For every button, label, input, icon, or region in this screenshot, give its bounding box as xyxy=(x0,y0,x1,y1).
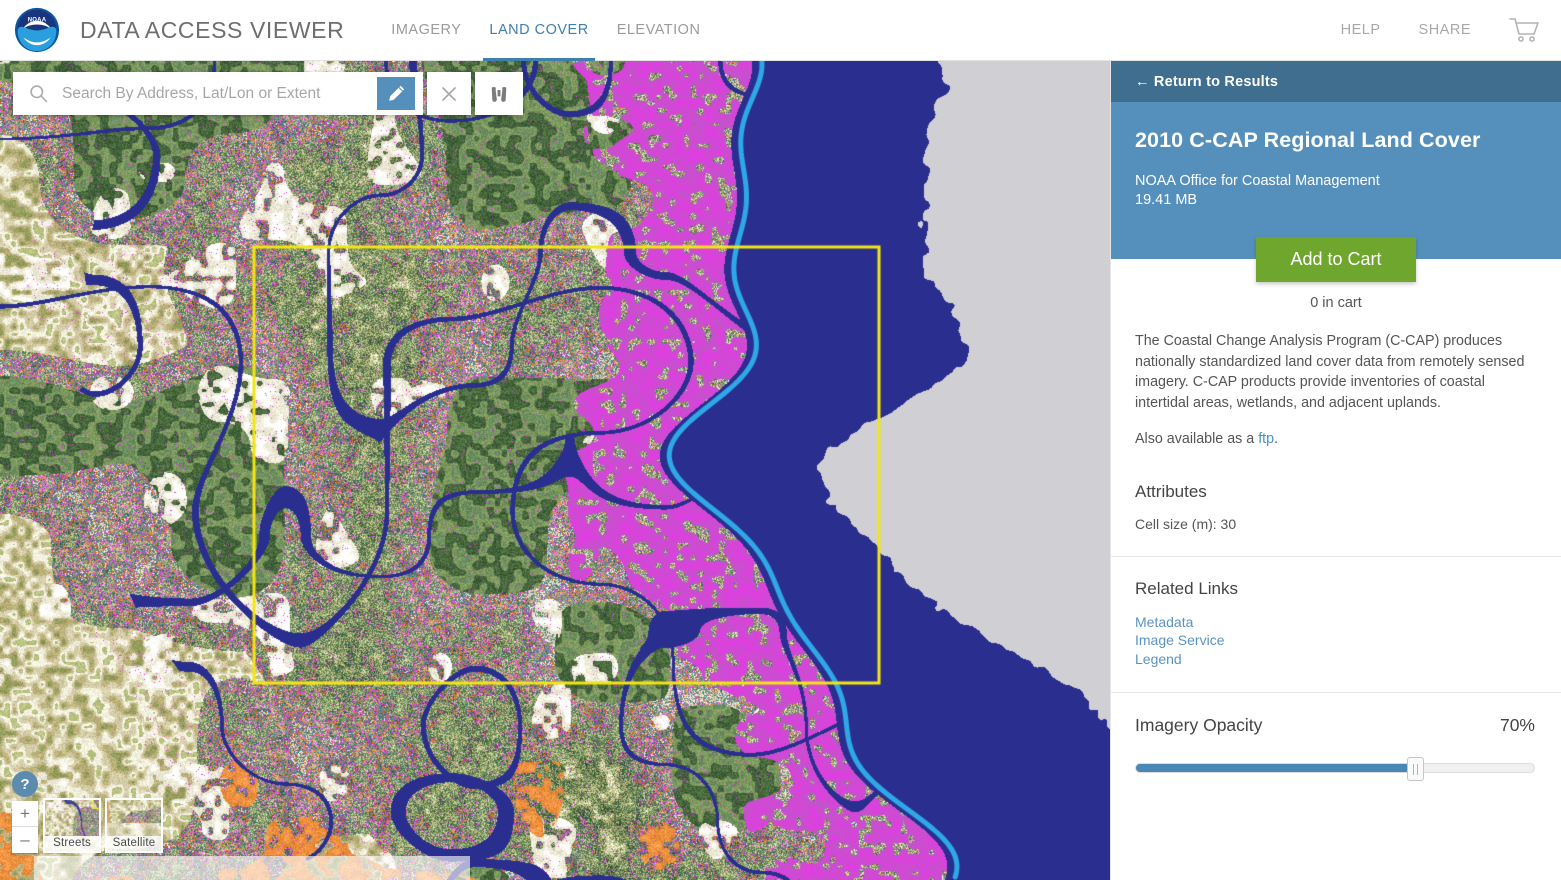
return-to-results-button[interactable]: ← Return to Results xyxy=(1111,61,1561,102)
map-zoom-controls: + – xyxy=(12,801,38,853)
opacity-label: Imagery Opacity xyxy=(1135,715,1262,736)
basemap-streets[interactable]: Streets xyxy=(43,798,101,853)
tab-imagery[interactable]: IMAGERY xyxy=(377,0,475,61)
return-to-results-label: ← Return to Results xyxy=(1135,74,1278,90)
binoculars-icon xyxy=(489,85,509,103)
opacity-slider[interactable] xyxy=(1135,763,1535,773)
slider-grip-line xyxy=(1413,764,1414,775)
related-link-image-service[interactable]: Image Service xyxy=(1135,631,1537,650)
dataset-size: 19.41 MB xyxy=(1135,192,1537,208)
opacity-slider-fill xyxy=(1136,764,1415,772)
app-header: NOAA DATA ACCESS VIEWER IMAGERY LAND COV… xyxy=(0,0,1561,61)
search-input[interactable] xyxy=(62,85,322,103)
slider-grip-line xyxy=(1417,764,1418,775)
zoom-in-button[interactable]: + xyxy=(12,801,38,827)
description-prefix: Also available as a xyxy=(1135,431,1258,447)
basemap-satellite[interactable]: Satellite xyxy=(105,798,163,853)
cart-count-label: 0 in cart xyxy=(1111,295,1561,311)
related-link-metadata[interactable]: Metadata xyxy=(1135,613,1537,632)
map-help-button[interactable]: ? xyxy=(12,771,38,797)
related-links-list: Metadata Image Service Legend xyxy=(1135,613,1537,669)
pencil-icon xyxy=(387,84,406,103)
opacity-value: 70% xyxy=(1500,715,1535,736)
share-link[interactable]: SHARE xyxy=(1419,22,1471,38)
page-title: DATA ACCESS VIEWER xyxy=(80,17,344,44)
search-icon xyxy=(29,84,48,103)
opacity-header: Imagery Opacity 70% xyxy=(1135,715,1535,736)
close-x-icon xyxy=(441,86,457,102)
description-suffix: . xyxy=(1274,431,1278,447)
dataset-hero: 2010 C-CAP Regional Land Cover NOAA Offi… xyxy=(1111,102,1561,259)
attributes-title: Attributes xyxy=(1135,482,1537,502)
search-bar xyxy=(13,72,523,115)
description-paragraph-1: The Coastal Change Analysis Program (C-C… xyxy=(1135,331,1535,413)
shopping-cart-button[interactable] xyxy=(1509,17,1539,43)
header-actions: HELP SHARE xyxy=(1303,17,1561,43)
basemap-switcher: Streets Satellite xyxy=(43,798,167,853)
attribute-cell-size: Cell size (m): 30 xyxy=(1135,516,1537,532)
imagery-opacity-section: Imagery Opacity 70% xyxy=(1111,693,1561,773)
add-to-cart-wrapper: Add to Cart xyxy=(1111,237,1561,282)
basemap-satellite-thumbnail xyxy=(107,800,161,836)
related-link-legend[interactable]: Legend xyxy=(1135,650,1537,669)
data-access-viewer-app: NOAA DATA ACCESS VIEWER IMAGERY LAND COV… xyxy=(0,0,1561,880)
ftp-link[interactable]: ftp xyxy=(1258,431,1274,447)
land-cover-map[interactable] xyxy=(0,61,1110,880)
find-location-button[interactable] xyxy=(475,72,523,115)
basemap-satellite-label: Satellite xyxy=(107,836,161,851)
basemap-streets-thumbnail xyxy=(45,800,99,836)
noaa-logo: NOAA xyxy=(14,7,60,53)
related-links-title: Related Links xyxy=(1135,579,1537,599)
clear-search-button[interactable] xyxy=(427,72,471,115)
zoom-out-button[interactable]: – xyxy=(12,827,38,853)
shopping-cart-icon xyxy=(1509,17,1539,43)
tab-land-cover[interactable]: LAND COVER xyxy=(475,0,602,61)
related-links-section: Related Links Metadata Image Service Leg… xyxy=(1111,557,1561,693)
description-paragraph-2: Also available as a ftp. xyxy=(1135,429,1535,450)
basemap-streets-label: Streets xyxy=(45,836,99,851)
search-box[interactable] xyxy=(13,72,374,115)
map-attribution-bar xyxy=(34,856,470,880)
svg-text:NOAA: NOAA xyxy=(28,18,47,24)
draw-extent-button[interactable] xyxy=(377,77,415,110)
dataset-organization: NOAA Office for Coastal Management xyxy=(1135,173,1537,189)
opacity-slider-handle[interactable] xyxy=(1407,757,1424,781)
draw-extent-button-wrap xyxy=(374,72,423,115)
noaa-logo-icon: NOAA xyxy=(14,7,60,53)
attributes-section: Attributes Cell size (m): 30 xyxy=(1111,472,1561,556)
main-tabs: IMAGERY LAND COVER ELEVATION xyxy=(377,0,714,61)
add-to-cart-button[interactable]: Add to Cart xyxy=(1256,237,1415,282)
map-viewport[interactable]: ? + – Streets Satellite xyxy=(0,61,1110,880)
dataset-description: The Coastal Change Analysis Program (C-C… xyxy=(1111,311,1561,472)
dataset-title: 2010 C-CAP Regional Land Cover xyxy=(1135,128,1537,153)
dataset-details-panel: ← Return to Results 2010 C-CAP Regional … xyxy=(1110,61,1561,880)
help-link[interactable]: HELP xyxy=(1341,22,1381,38)
tab-elevation[interactable]: ELEVATION xyxy=(603,0,715,61)
